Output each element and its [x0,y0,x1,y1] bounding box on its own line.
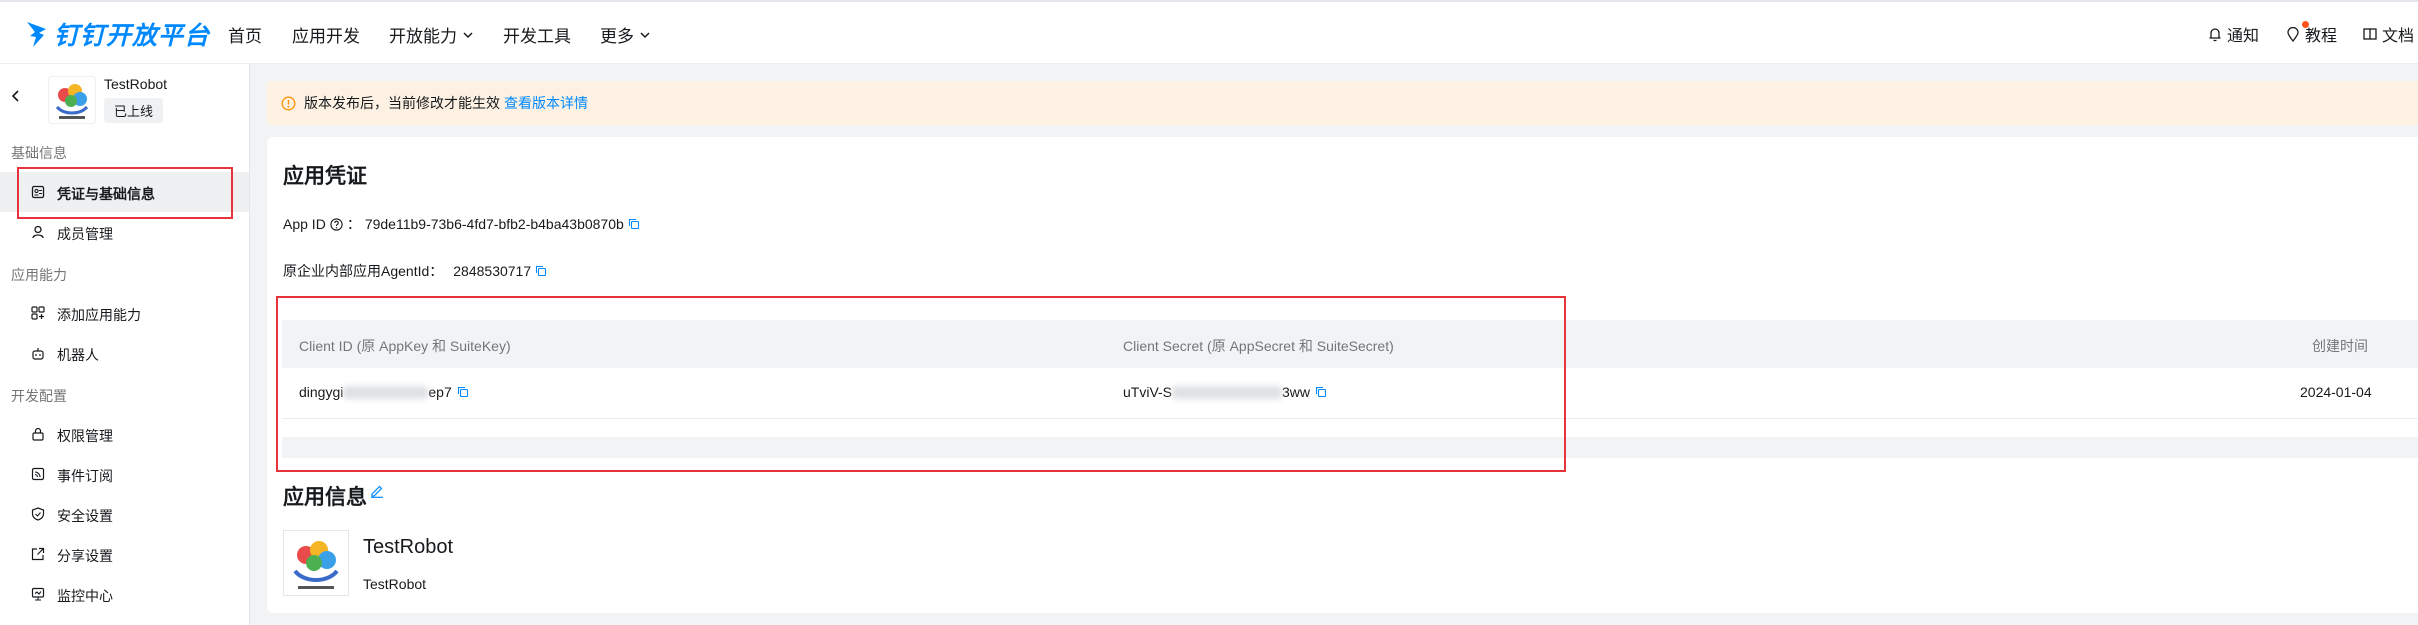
top-navigation-bar: 钉钉开放平台 首页 应用开发 开放能力 开发工具 更多 通知 教程 文档 [0,0,2418,64]
app-id-separator: ： [346,216,361,232]
chevron-down-icon [462,29,474,41]
shield-icon [31,507,45,521]
notice-text: 版本发布后，当前修改才能生效 [304,95,500,111]
column-client-id: Client ID (原 AppKey 和 SuiteKey) [299,338,511,354]
sidebar-item-add-capability[interactable]: 添加应用能力 [0,293,249,333]
client-id-redacted [343,385,429,399]
sidebar-item-label: 事件订阅 [57,468,113,484]
nav-open-capabilities-label: 开放能力 [389,27,457,46]
logo-text: 钉钉开放平台 [54,22,211,50]
sidebar-item-label: 安全设置 [57,508,113,524]
copy-icon[interactable] [457,386,469,398]
app-id-label: App ID [283,216,326,232]
id-card-icon [31,185,45,199]
copy-icon[interactable] [535,265,547,277]
map-pin-icon [2286,26,2300,42]
app-logo [283,530,349,596]
client-id-prefix: dingygi [299,384,344,400]
monitor-icon [31,587,45,601]
sidebar-item-label: 成员管理 [57,226,113,242]
group-dev-config: 开发配置 [11,388,67,404]
credentials-title: 应用凭证 [283,165,367,188]
sidebar-item-label: 分享设置 [57,548,113,564]
copy-icon[interactable] [1315,386,1327,398]
sidebar-item-share[interactable]: 分享设置 [0,534,249,574]
robot-icon [31,346,45,360]
user-icon [31,225,45,239]
sidebar-item-event-subscription[interactable]: 事件订阅 [0,454,249,494]
table-row: dingygi ep7 uTviV-S 3ww 2024-01-04 [282,368,2418,419]
grid-plus-icon [31,306,45,320]
bell-icon [2208,27,2222,42]
notifications-link[interactable]: 通知 [2208,22,2259,46]
group-app-capabilities: 应用能力 [11,267,67,283]
app-info-title: 应用信息 [283,486,367,509]
nav-dev-tools-label: 开发工具 [503,27,571,46]
sidebar-item-permissions[interactable]: 权限管理 [0,414,249,454]
view-version-details-link[interactable]: 查看版本详情 [504,93,588,113]
client-secret-redacted [1172,385,1283,399]
book-icon [2363,27,2377,41]
docs-link[interactable]: 文档 [2363,22,2414,46]
sidebar-item-label: 机器人 [57,347,99,363]
sidebar-item-label: 添加应用能力 [57,307,141,323]
version-notice-banner: 版本发布后，当前修改才能生效 查看版本详情 [267,81,2418,125]
app-info-description: TestRobot [363,576,427,592]
nav-more-label: 更多 [600,27,634,46]
client-secret-prefix: uTviV-S [1123,384,1173,400]
group-basic-info: 基础信息 [11,145,67,161]
client-id-cell: dingygi ep7 [299,384,469,400]
nav-home[interactable]: 首页 [228,22,262,47]
credentials-table-header: Client ID (原 AppKey 和 SuiteKey) Client S… [282,320,2418,368]
sidebar-item-security[interactable]: 安全设置 [0,494,249,534]
agent-id-row: 原企业内部应用AgentId： 2848530717 [283,261,547,281]
nav-app-development-label: 应用开发 [292,27,360,46]
chevron-down-icon [639,29,651,41]
chevron-left-icon [10,88,22,104]
tutorial-link[interactable]: 教程 [2286,22,2337,46]
app-id-row: App ID ： 79de11b9-73b6-4fd7-bfb2-b4ba43b… [283,214,640,234]
table-footer [282,437,2418,458]
sidebar-item-credentials[interactable]: 凭证与基础信息 [0,172,249,212]
dingtalk-open-platform-logo[interactable]: 钉钉开放平台 [26,16,210,52]
app-avatar [48,76,96,124]
app-info-name: TestRobot [363,536,454,558]
client-id-suffix: ep7 [428,384,452,400]
nav-open-capabilities[interactable]: 开放能力 [389,22,474,47]
dingtalk-wing-icon [26,20,48,48]
nav-more[interactable]: 更多 [600,22,651,47]
help-circle-icon[interactable] [330,217,343,231]
column-client-secret: Client Secret (原 AppSecret 和 SuiteSecret… [1123,338,1394,354]
lock-icon [31,427,45,441]
app-status-badge: 已上线 [104,98,164,123]
back-button[interactable] [10,88,22,104]
nav-home-label: 首页 [228,27,262,46]
sidebar-item-label: 权限管理 [57,428,113,444]
share-icon [31,547,45,561]
sidebar-item-monitoring[interactable]: 监控中心 [0,574,249,614]
client-secret-suffix: 3ww [1282,384,1311,400]
sidebar-item-label: 监控中心 [57,588,113,604]
rss-icon [31,467,45,481]
sidebar-item-robot[interactable]: 机器人 [0,333,249,373]
sidebar-app-name: TestRobot [104,76,168,92]
nav-dev-tools[interactable]: 开发工具 [503,22,571,47]
agent-id-label: 原企业内部应用AgentId： [283,263,444,279]
agent-id-value: 2848530717 [453,263,532,279]
sidebar-item-members[interactable]: 成员管理 [0,212,249,252]
edit-icon[interactable] [370,484,384,498]
notifications-label: 通知 [2227,28,2260,45]
tutorial-label: 教程 [2305,28,2338,45]
info-circle-icon [281,96,296,111]
column-created-time: 创建时间 [2312,338,2368,354]
nav-app-development[interactable]: 应用开发 [292,22,360,47]
client-secret-cell: uTviV-S 3ww [1123,384,1327,400]
app-id-value: 79de11b9-73b6-4fd7-bfb2-b4ba43b0870b [364,216,624,232]
docs-label: 文档 [2382,28,2415,45]
copy-icon[interactable] [628,218,640,230]
sidebar: TestRobot 已上线 基础信息 凭证与基础信息 成员管理 应用能力 添加应… [0,64,250,625]
created-time-cell: 2024-01-04 [2300,384,2372,400]
notification-dot [2302,21,2309,28]
sidebar-item-label: 凭证与基础信息 [57,186,155,202]
